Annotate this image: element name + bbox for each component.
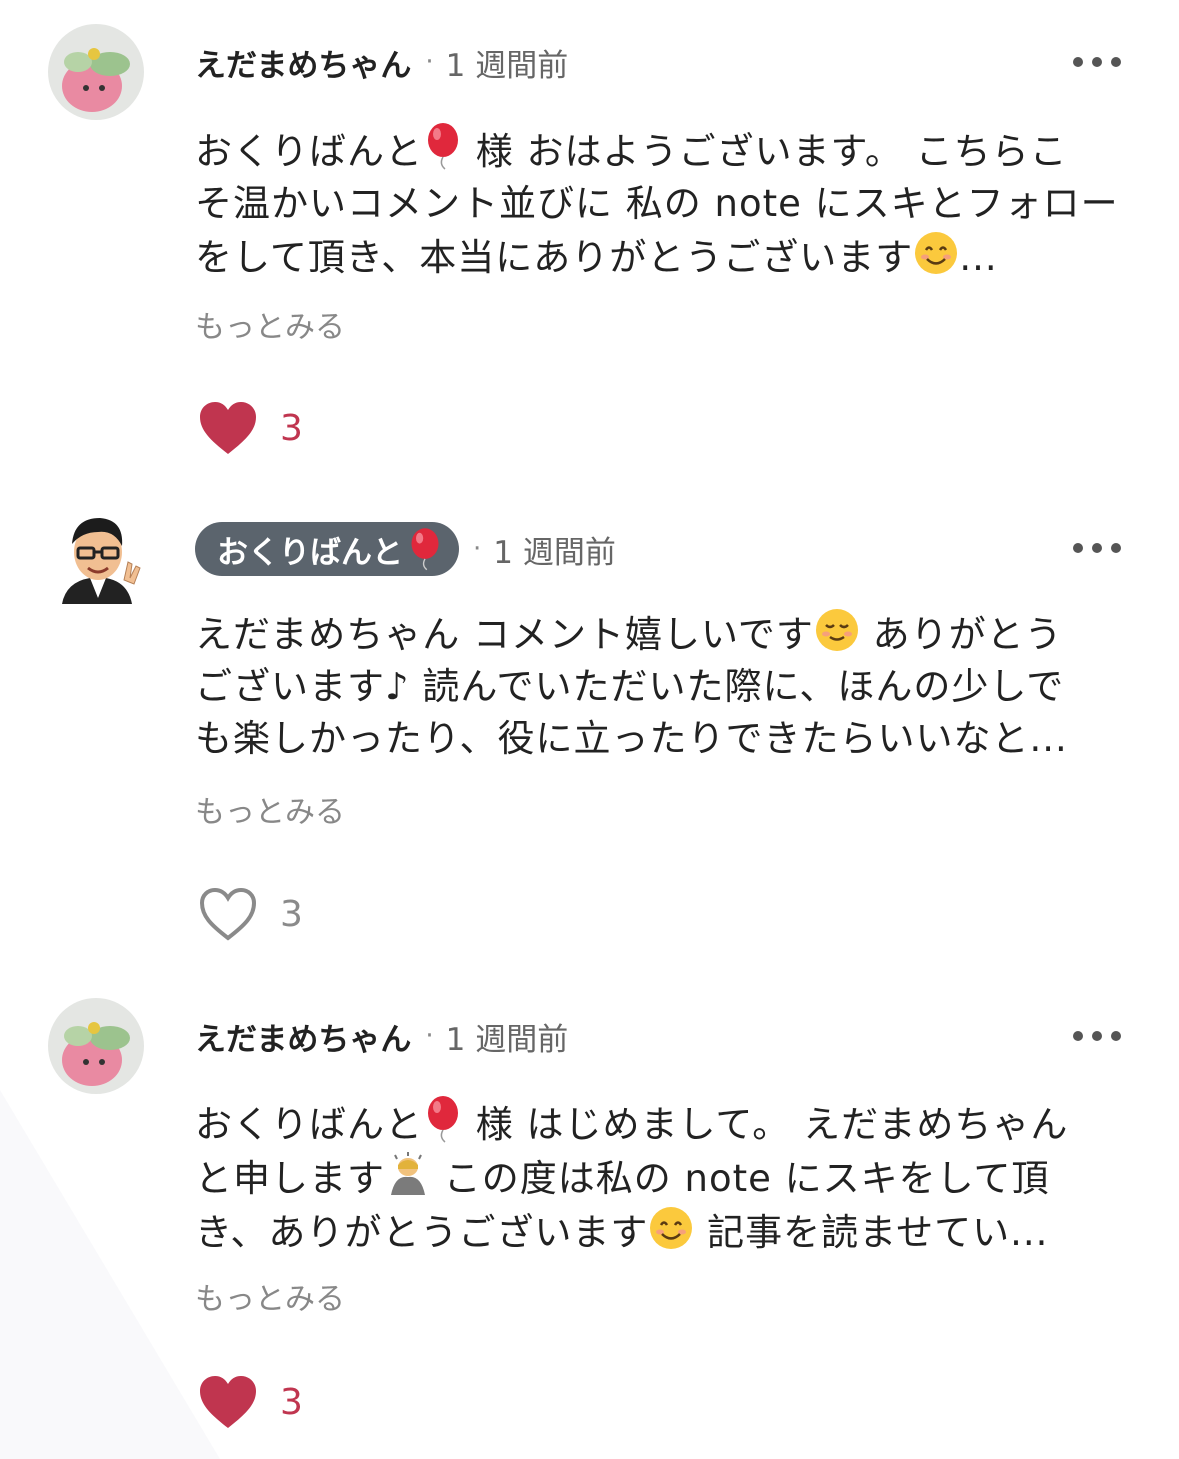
see-more-link[interactable]: もっとみる xyxy=(195,302,345,346)
like-count: 3 xyxy=(280,407,303,449)
comment-header: えだまめちゃん · 1 週間前 xyxy=(195,32,568,92)
edamame-avatar-icon[interactable] xyxy=(48,24,144,120)
comment-text: おくりばんと xyxy=(195,130,423,173)
okuribanto-avatar-icon[interactable] xyxy=(48,508,144,604)
smiling-face-icon xyxy=(815,609,858,651)
heart-outline-icon xyxy=(199,887,257,941)
author-name[interactable]: えだまめちゃん xyxy=(195,40,411,85)
dot-icon xyxy=(1092,543,1102,553)
comment-time: 1 週間前 xyxy=(445,1021,569,1058)
like-button[interactable]: 3 xyxy=(198,1374,303,1430)
comment-text: をして頂き、本当にありがとうございます xyxy=(195,236,914,279)
balloon-icon xyxy=(428,123,458,170)
like-button[interactable]: 3 xyxy=(198,400,303,456)
comment-text: おくりばんと xyxy=(195,1103,423,1146)
comment-text: 様 はじめまして。 えだまめちゃん xyxy=(475,1103,1069,1146)
bowing-person-icon xyxy=(391,1152,425,1195)
dot-icon xyxy=(1073,57,1083,67)
more-options-button[interactable] xyxy=(1073,52,1121,72)
comment-text: も楽しかったり、役に立ったりできたらいいなと... xyxy=(195,717,1068,760)
dot-icon xyxy=(1073,543,1083,553)
smiling-face-icon xyxy=(650,1207,693,1249)
comment-time: 1 週間前 xyxy=(493,534,616,571)
heart-filled-icon xyxy=(200,402,256,454)
dot-icon xyxy=(1111,1031,1121,1041)
comment-header: えだまめちゃん · 1 週間前 xyxy=(195,1006,568,1066)
dot-icon xyxy=(1092,1031,1102,1041)
separator-dot: · xyxy=(473,534,482,564)
comment-text: き、ありがとうございます xyxy=(195,1211,649,1254)
like-button[interactable]: 3 xyxy=(198,886,303,942)
comment-text: 様 おはようございます。 こちらこ xyxy=(475,130,1068,173)
separator-dot: · xyxy=(425,1021,434,1051)
smiling-face-icon xyxy=(915,232,958,274)
comment-header: おくりばんと · 1 週間前 xyxy=(195,519,616,579)
comment-text: ございます♪ 読んでいただいた際に、ほんの少しで xyxy=(195,665,1065,708)
dot-icon xyxy=(1092,57,1102,67)
author-name: おくりばんと xyxy=(217,534,403,571)
author-badge[interactable]: おくりばんと xyxy=(195,522,459,576)
more-options-button[interactable] xyxy=(1073,1026,1121,1046)
comment-text: そ温かいコメント並びに 私の note にスキとフォロー xyxy=(195,182,1119,225)
dot-icon xyxy=(1073,1031,1083,1041)
separator-dot: · xyxy=(425,47,434,77)
comment-time: 1 週間前 xyxy=(445,47,569,84)
comment-body: おくりばんと 様 おはようございます。 こちらこ そ温かいコメント並びに 私の … xyxy=(195,122,1130,284)
balloon-icon xyxy=(428,1096,458,1143)
comment-text: ... xyxy=(959,236,998,279)
see-more-link[interactable]: もっとみる xyxy=(195,787,345,831)
more-options-button[interactable] xyxy=(1073,538,1121,558)
comment-body: おくりばんと 様 はじめまして。 えだまめちゃん と申します この度は私の no… xyxy=(195,1095,1130,1259)
author-name[interactable]: えだまめちゃん xyxy=(195,1014,411,1059)
comment-text: 記事を読ませてい... xyxy=(694,1211,1049,1254)
comment-text: この度は私の note にスキをして頂 xyxy=(431,1157,1050,1200)
dot-icon xyxy=(1111,57,1121,67)
edamame-avatar-icon[interactable] xyxy=(48,998,144,1094)
comment-text: えだまめちゃん コメント嬉しいです xyxy=(195,613,814,656)
comment-text: ありがとう xyxy=(859,613,1063,656)
comment-text: と申します xyxy=(195,1157,385,1200)
dot-icon xyxy=(1111,543,1121,553)
comment-body: えだまめちゃん コメント嬉しいです ありがとう ございます♪ 読んでいただいた際… xyxy=(195,607,1130,765)
see-more-link[interactable]: もっとみる xyxy=(195,1274,345,1318)
like-count: 3 xyxy=(280,1381,303,1423)
heart-filled-icon xyxy=(200,1376,256,1428)
like-count: 3 xyxy=(280,893,303,935)
balloon-icon xyxy=(411,528,439,571)
background-decoration xyxy=(0,1090,220,1459)
